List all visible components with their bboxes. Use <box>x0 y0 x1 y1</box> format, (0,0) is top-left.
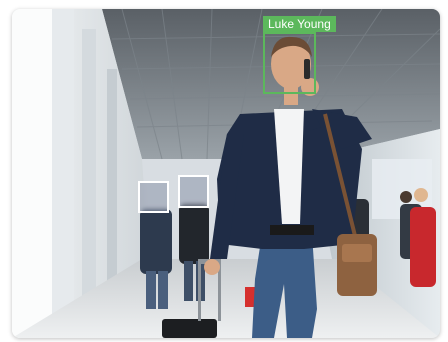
unknown-face-box <box>178 175 209 208</box>
camera-frame: Luke Young <box>12 9 440 338</box>
airport-scene-image <box>12 9 440 338</box>
recognized-face-box <box>263 32 316 94</box>
unknown-face-box <box>138 181 169 213</box>
face-name-label: Luke Young <box>263 16 336 32</box>
